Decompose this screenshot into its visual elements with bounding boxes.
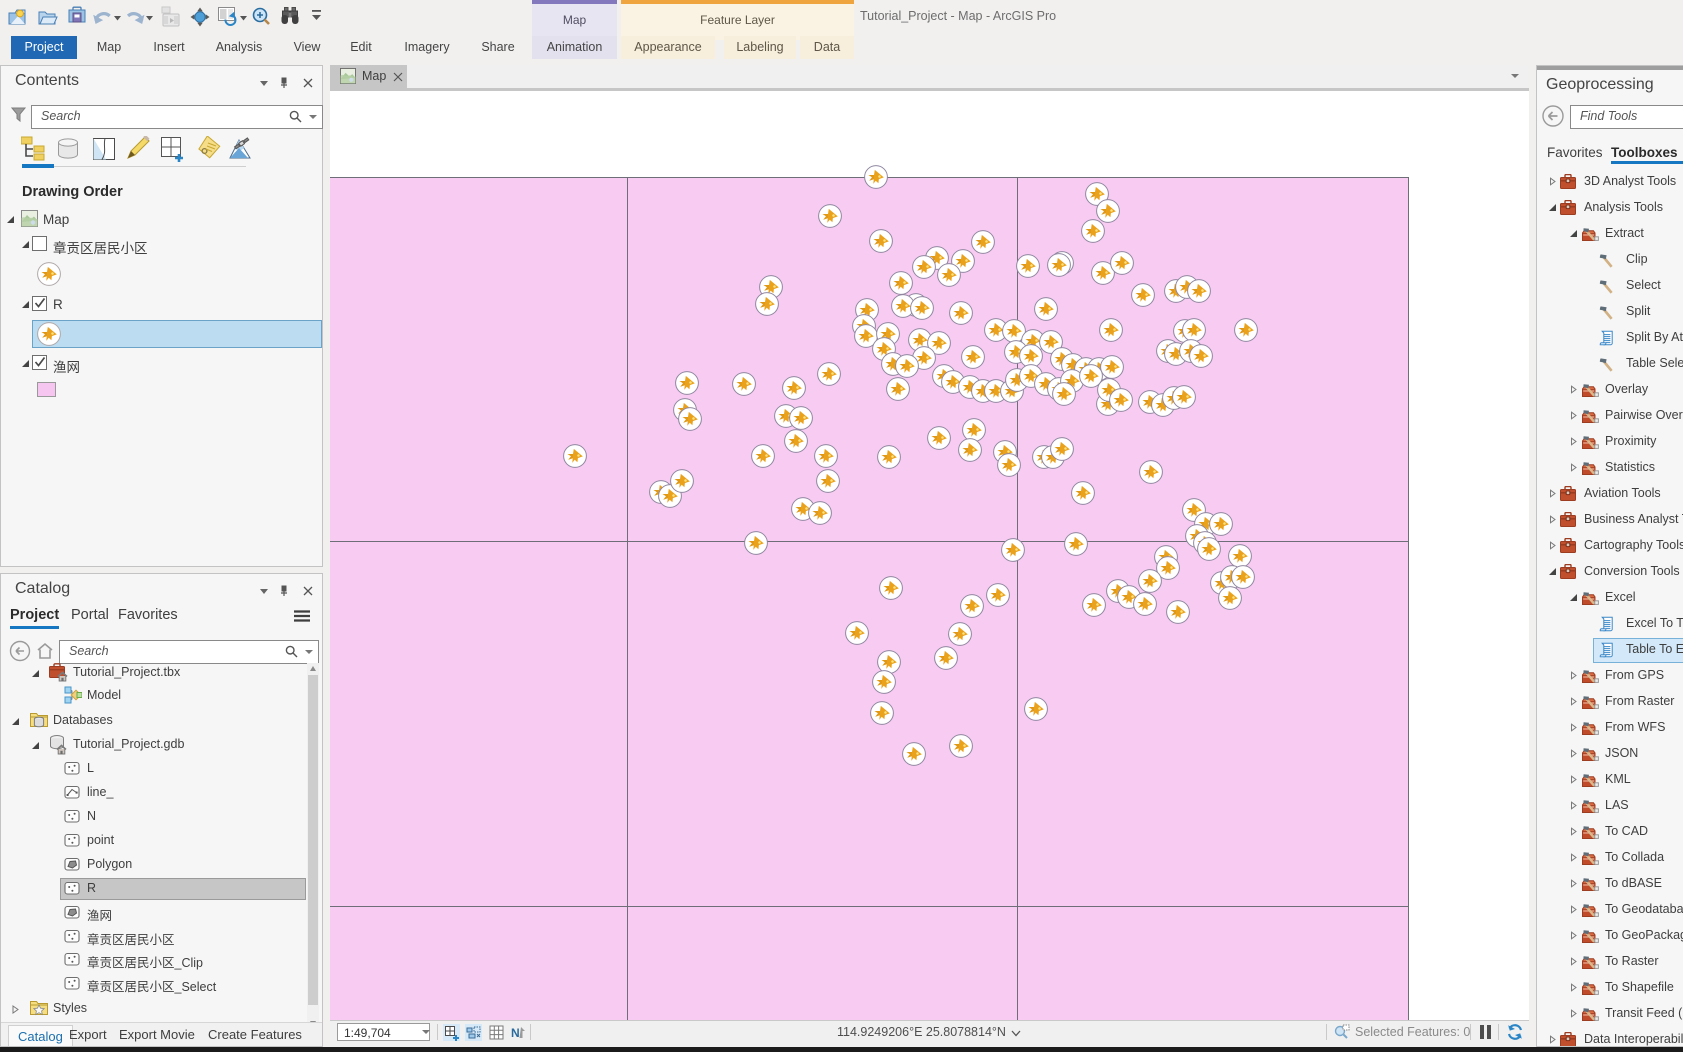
svg-text:N: N: [511, 1026, 520, 1040]
